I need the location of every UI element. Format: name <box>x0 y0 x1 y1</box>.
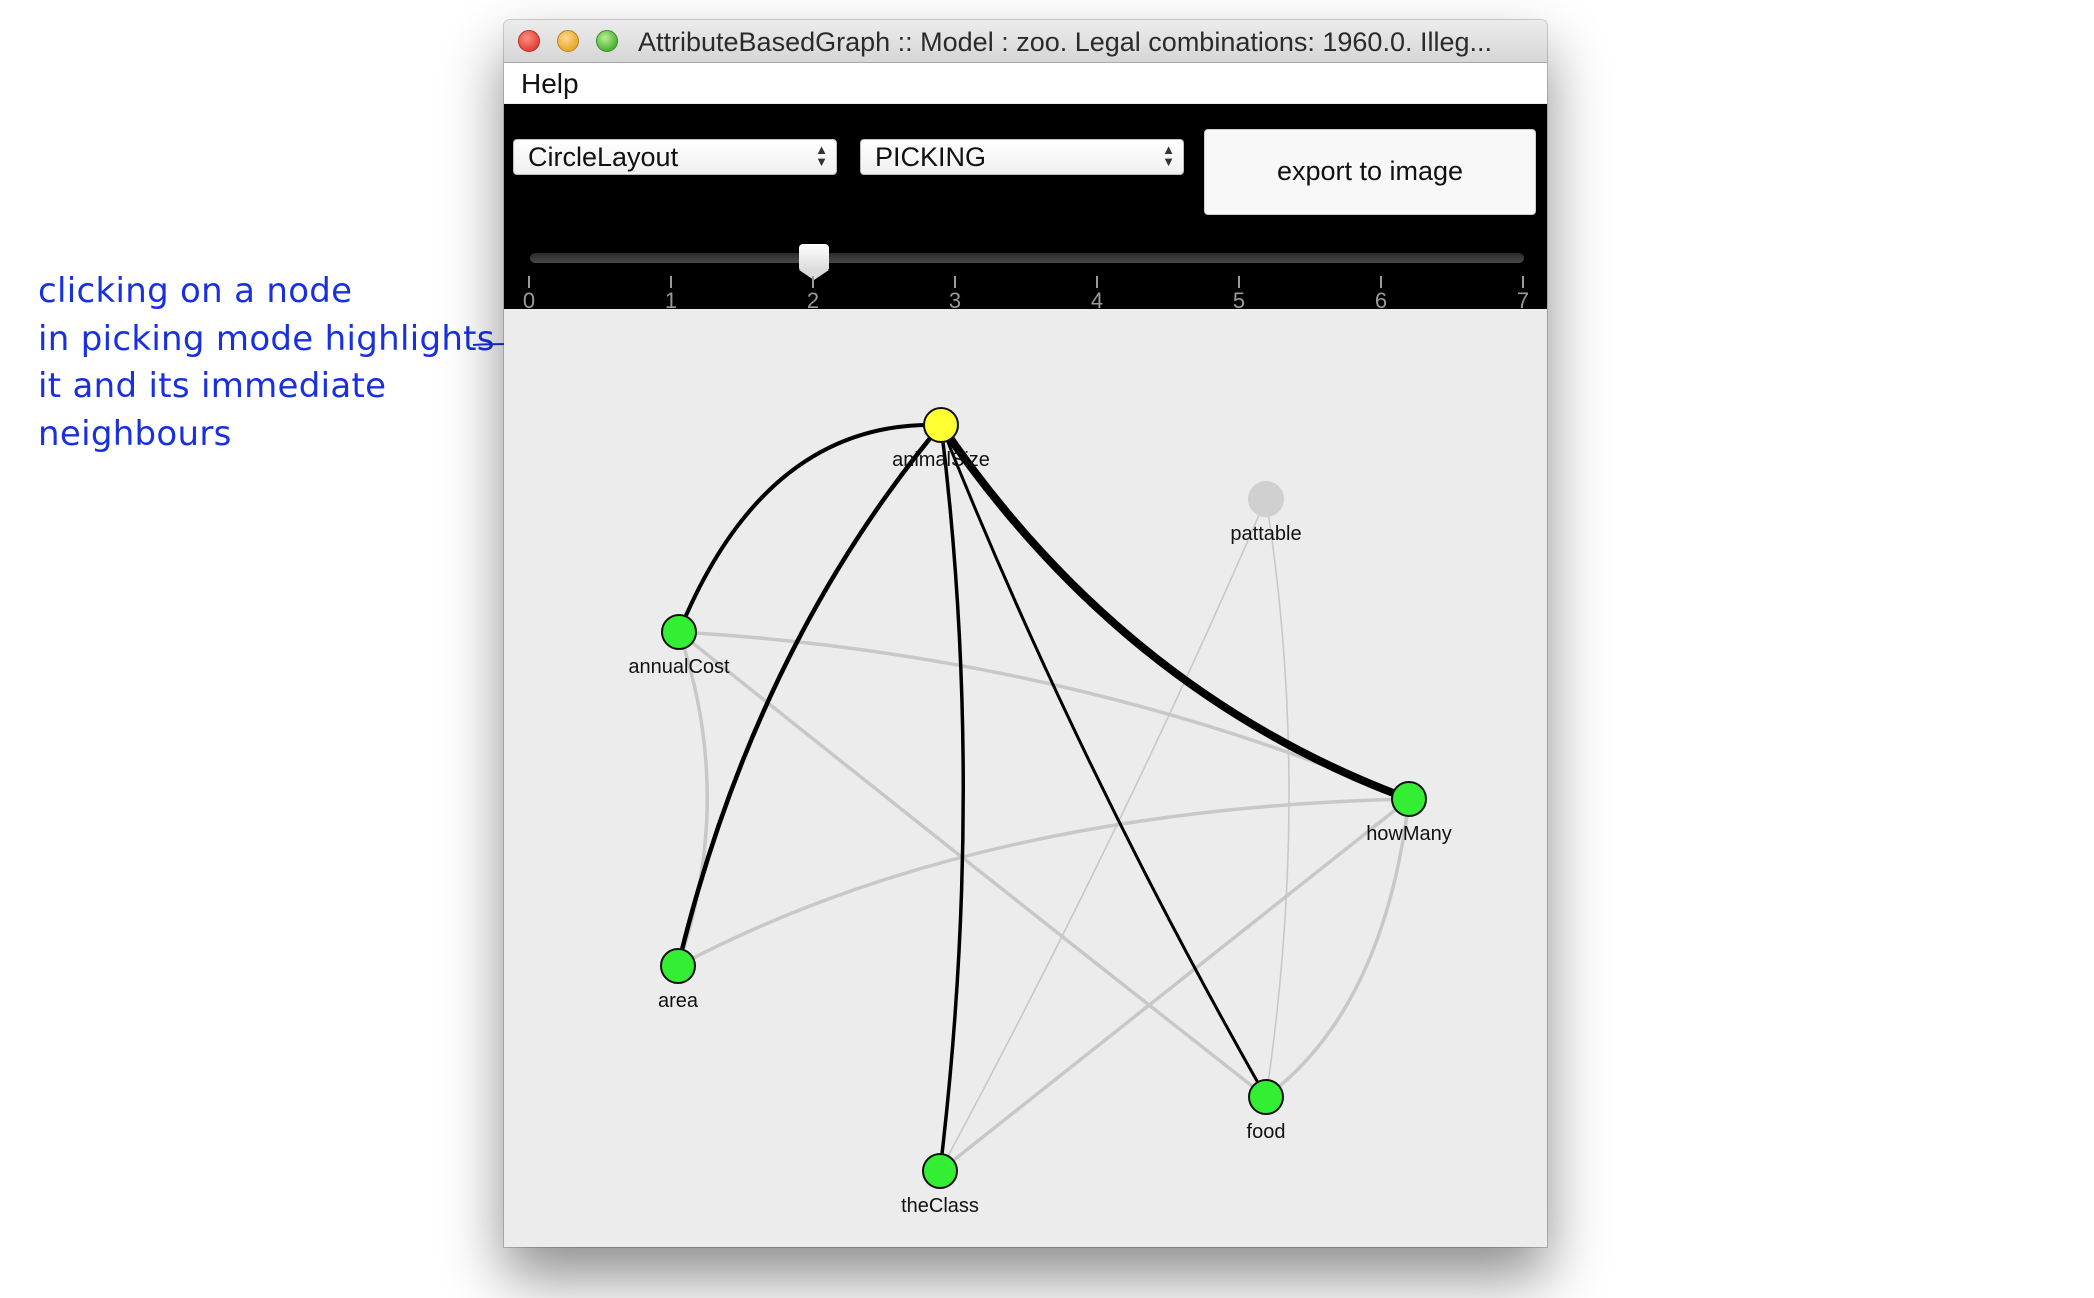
node-animalSize[interactable] <box>923 407 959 443</box>
node-annualCost[interactable] <box>661 614 697 650</box>
node-label-theClass: theClass <box>901 1195 979 1217</box>
node-label-pattable: pattable <box>1230 523 1301 545</box>
edge-howMany-theClass[interactable] <box>938 797 1411 1173</box>
title-bar[interactable]: AttributeBasedGraph :: Model : zoo. Lega… <box>504 20 1547 63</box>
mode-select-value: PICKING <box>875 142 987 172</box>
edge-animalSize-area[interactable] <box>675 423 943 967</box>
select-arrows-icon: ▲ ▼ <box>1162 142 1175 169</box>
export-button-label: export to image <box>1276 156 1464 186</box>
depth-slider-thumb[interactable] <box>799 244 829 270</box>
node-label-howMany: howMany <box>1366 823 1452 845</box>
slider-tick <box>1096 276 1098 288</box>
node-label-annualCost: annualCost <box>628 656 730 678</box>
graph-svg[interactable]: animalSize pattable annualCost howMany area f… <box>504 309 1547 1247</box>
menu-bar: Help <box>504 63 1547 103</box>
node-label-food: food <box>1247 1121 1286 1143</box>
slider-tick <box>812 276 814 288</box>
layout-select-value: CircleLayout <box>528 142 679 172</box>
slider-tick <box>954 276 956 288</box>
edge-area-howMany[interactable] <box>677 797 1410 968</box>
node-theClass[interactable] <box>922 1153 958 1189</box>
node-label-animalSize: animalSize <box>892 449 990 471</box>
edge-animalSize-food[interactable] <box>939 424 1268 1098</box>
node-label-area: area <box>658 990 699 1012</box>
edge-animalSize-howMany[interactable] <box>937 422 1411 803</box>
slider-tick <box>670 276 672 288</box>
toolbar: CircleLayout ▲ ▼ PICKING ▲ ▼ export to ima… <box>504 104 1547 313</box>
node-area[interactable] <box>660 948 696 984</box>
select-arrows-icon: ▲ ▼ <box>815 142 828 169</box>
minimize-window-icon[interactable] <box>557 30 579 52</box>
node-howMany[interactable] <box>1391 781 1427 817</box>
node-food[interactable] <box>1248 1079 1284 1115</box>
edge-animalSize-theClass[interactable] <box>938 424 965 1172</box>
slider-tick <box>1380 276 1382 288</box>
close-window-icon[interactable] <box>518 30 540 52</box>
edge-pattable-theClass[interactable] <box>939 498 1267 1172</box>
export-to-image-button[interactable]: export to image <box>1204 129 1536 215</box>
node-pattable[interactable] <box>1248 481 1284 517</box>
window-title: AttributeBasedGraph :: Model : zoo. Lega… <box>638 27 1493 57</box>
app-window: AttributeBasedGraph :: Model : zoo. Lega… <box>504 20 1547 1247</box>
slider-tick <box>1238 276 1240 288</box>
mode-select[interactable]: PICKING ▲ ▼ <box>860 139 1184 175</box>
edge-pattable-food[interactable] <box>1265 498 1290 1098</box>
depth-slider-track[interactable] <box>530 253 1524 263</box>
graph-canvas[interactable]: animalSize pattable annualCost howMany area f… <box>504 309 1547 1247</box>
slider-thumb-pointer-icon <box>799 270 829 280</box>
layout-select[interactable]: CircleLayout ▲ ▼ <box>513 139 837 175</box>
slider-tick <box>1522 276 1524 288</box>
screenshot-stage: clicking on a node in picking mode highl… <box>0 0 2094 1298</box>
slider-tick <box>528 276 530 288</box>
menu-help[interactable]: Help <box>521 68 579 100</box>
zoom-window-icon[interactable] <box>596 30 618 52</box>
